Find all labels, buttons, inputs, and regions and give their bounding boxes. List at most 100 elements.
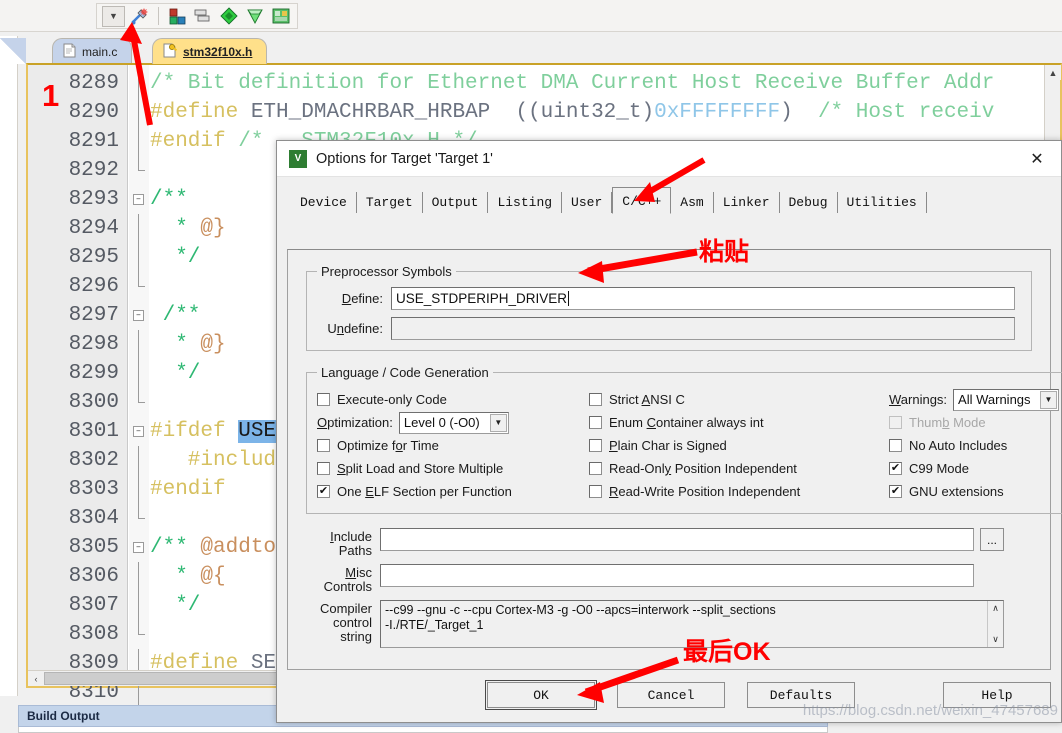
optimization-select[interactable]: Level 0 (-O0) ▼ xyxy=(398,411,509,434)
ok-button[interactable]: OK xyxy=(485,680,597,710)
misc-controls-input[interactable] xyxy=(380,564,974,587)
cancel-button[interactable]: Cancel xyxy=(617,682,725,708)
fold-guide-line xyxy=(138,591,139,620)
checkbox-strict-ansi-c[interactable]: Strict ANSI C xyxy=(589,388,889,411)
include-paths-input[interactable] xyxy=(380,528,974,551)
manage-components-icon[interactable] xyxy=(166,5,188,27)
browse-include-paths-button[interactable]: ... xyxy=(980,528,1004,551)
dialog-tab-strip: Device Target Output Listing User C/C++ Asm Lin… xyxy=(287,187,1051,214)
main-toolbar: ▼ xyxy=(0,0,1062,32)
line-number: 8298 xyxy=(68,333,119,356)
pack-installer-icon[interactable] xyxy=(244,5,266,27)
dialog-tab-output[interactable]: Output xyxy=(422,192,489,213)
checkbox-enum-container-int[interactable]: Enum Container always int xyxy=(589,411,889,434)
checkbox-no-auto-includes[interactable]: No Auto Includes xyxy=(889,434,1059,457)
combo-dropdown-icon[interactable]: ▼ xyxy=(102,5,125,27)
checkbox-box[interactable] xyxy=(589,393,602,406)
checkbox-box[interactable] xyxy=(589,485,602,498)
fold-guide-line xyxy=(138,504,139,519)
cpp-tab-panel: Preprocessor Symbols Define: USE_STDPERI… xyxy=(287,249,1062,670)
checkbox-one-elf-section[interactable]: One ELF Section per Function xyxy=(317,480,589,503)
checkbox-box[interactable] xyxy=(317,393,330,406)
multi-project-icon[interactable] xyxy=(192,5,214,27)
annotation-step-1: 1 xyxy=(42,78,60,113)
define-row: Define: USE_STDPERIPH_DRIVER xyxy=(317,287,1021,310)
define-input[interactable]: USE_STDPERIPH_DRIVER xyxy=(391,287,1015,310)
checkbox-box[interactable] xyxy=(317,439,330,452)
dialog-body: Device Target Output Listing User C/C++ Asm Lin… xyxy=(277,177,1062,722)
toolbar-separator xyxy=(158,7,159,25)
fold-collapse-icon[interactable]: – xyxy=(133,542,144,553)
checkbox-c99-mode[interactable]: C99 Mode xyxy=(889,457,1059,480)
checkbox-label: One ELF Section per Function xyxy=(337,484,512,499)
checkbox-execute-only-code[interactable]: Execute-only Code xyxy=(317,388,589,411)
warnings-select[interactable]: All Warnings ▼ xyxy=(953,388,1059,411)
checkbox-label: C99 Mode xyxy=(909,461,969,476)
checkbox-box[interactable] xyxy=(889,462,902,475)
code-fold-column[interactable]: – – – – xyxy=(129,65,149,707)
undefine-row: Undefine: xyxy=(317,317,1021,340)
chevron-down-icon[interactable]: ▼ xyxy=(489,413,507,432)
checkbox-label: Read-Only Position Independent xyxy=(609,461,797,476)
dialog-title-bar[interactable]: V Options for Target 'Target 1' ✕ xyxy=(277,141,1061,177)
watermark: https://blog.csdn.net/weixin_47457689 xyxy=(802,702,1058,719)
dialog-title: Options for Target 'Target 1' xyxy=(316,150,493,167)
checkbox-box[interactable] xyxy=(317,485,330,498)
manage-runtime-env-icon[interactable] xyxy=(270,5,292,27)
close-icon[interactable]: ✕ xyxy=(1013,141,1061,177)
dialog-tab-c-c[interactable]: C/C++ xyxy=(612,187,672,214)
configuration-wizard-icon[interactable] xyxy=(129,5,151,27)
code-token: ETH_DMACHRBAR_HRBAP ((uint32_t) xyxy=(250,101,655,124)
dialog-tab-linker[interactable]: Linker xyxy=(713,192,780,213)
document-tab-main-c[interactable]: main.c xyxy=(52,38,133,64)
fold-guide-line xyxy=(138,272,139,287)
undefine-label: Undefine: xyxy=(327,321,383,336)
checkbox-box[interactable] xyxy=(589,462,602,475)
text-caret xyxy=(568,291,570,306)
line-number: 8305 xyxy=(68,536,119,559)
checkbox-split-load-store[interactable]: Split Load and Store Multiple xyxy=(317,457,589,480)
dialog-tab-user[interactable]: User xyxy=(562,192,613,213)
checkbox-box[interactable] xyxy=(889,485,902,498)
scroll-up-arrow-icon[interactable]: ▲ xyxy=(1045,65,1061,80)
checkbox-optimize-for-time[interactable]: Optimize for Time xyxy=(317,434,589,457)
checkbox-plain-char-signed[interactable]: Plain Char is Signed xyxy=(589,434,889,457)
code-token: * xyxy=(150,333,201,356)
line-number: 8299 xyxy=(68,362,119,385)
code-token: * xyxy=(150,217,201,240)
options-for-target-dialog: V Options for Target 'Target 1' ✕ Device… xyxy=(276,140,1062,723)
scroll-up-arrow-icon[interactable]: ∧ xyxy=(988,601,1003,616)
scroll-left-arrow-icon[interactable]: ‹ xyxy=(28,671,44,686)
dialog-tab-debug[interactable]: Debug xyxy=(779,192,838,213)
checkbox-box[interactable] xyxy=(589,416,602,429)
scroll-down-arrow-icon[interactable]: ∨ xyxy=(988,632,1003,647)
dialog-tab-listing[interactable]: Listing xyxy=(488,192,563,213)
dialog-tab-device[interactable]: Device xyxy=(291,192,357,213)
checkbox-box[interactable] xyxy=(589,439,602,452)
code-token: USE xyxy=(238,420,277,443)
checkbox-thumb-mode: Thumb Mode xyxy=(889,411,1059,434)
checkbox-label: Thumb Mode xyxy=(909,415,986,430)
fold-collapse-icon[interactable]: – xyxy=(133,426,144,437)
checkbox-box[interactable] xyxy=(317,462,330,475)
code-token: #endif xyxy=(150,130,239,153)
dialog-tab-utilities[interactable]: Utilities xyxy=(837,192,927,213)
code-token: * xyxy=(150,565,201,588)
undefine-input[interactable] xyxy=(391,317,1015,340)
tab-strip-corner xyxy=(0,38,26,64)
compiler-string-scrollbar[interactable]: ∧ ∨ xyxy=(987,601,1003,647)
compiler-string-line-1: --c99 --gnu -c --cpu Cortex-M3 -g -O0 --… xyxy=(385,603,776,617)
checkbox-gnu-extensions[interactable]: GNU extensions xyxy=(889,480,1059,503)
dialog-tab-asm[interactable]: Asm xyxy=(671,192,714,213)
code-token: /** xyxy=(150,188,188,211)
chevron-down-icon[interactable]: ▼ xyxy=(1040,390,1057,409)
fold-collapse-icon[interactable]: – xyxy=(133,310,144,321)
document-tab-stm32f10x-h[interactable]: stm32f10x.h xyxy=(152,38,268,64)
dialog-tab-target[interactable]: Target xyxy=(356,192,423,213)
include-paths-label: Include Paths xyxy=(330,529,372,558)
fold-collapse-icon[interactable]: – xyxy=(133,194,144,205)
checkbox-read-write-position-independent[interactable]: Read-Write Position Independent xyxy=(589,480,889,503)
target-options-icon[interactable] xyxy=(218,5,240,27)
checkbox-read-only-position-independent[interactable]: Read-Only Position Independent xyxy=(589,457,889,480)
checkbox-box[interactable] xyxy=(889,439,902,452)
